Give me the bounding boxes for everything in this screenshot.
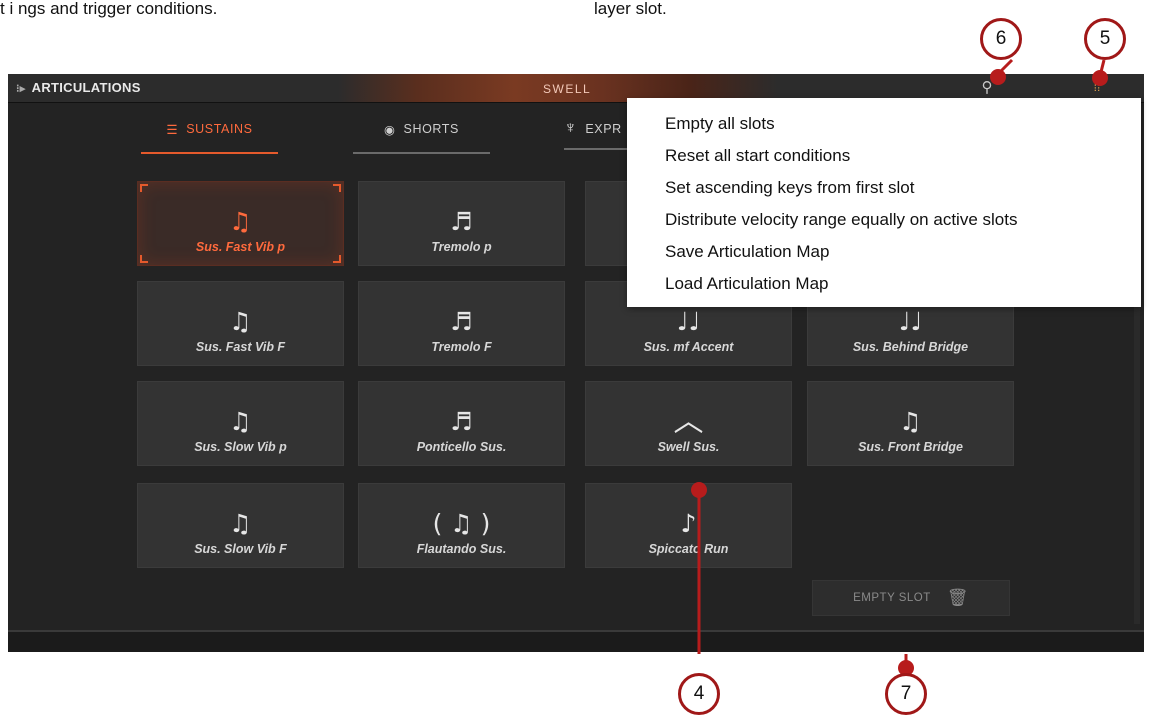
slot-tile[interactable]: ♬ Tremolo p bbox=[358, 181, 565, 266]
slot-label: Ponticello Sus. bbox=[416, 440, 507, 454]
slot-label: Tremolo F bbox=[431, 340, 492, 354]
selection-corner bbox=[140, 184, 148, 192]
flautando-icon: ( ♫ ) bbox=[432, 509, 491, 538]
trash-icon: 🗑 bbox=[946, 588, 969, 608]
tab-sustains-label: SUSTAINS bbox=[186, 122, 253, 136]
callout-4: 4 bbox=[678, 673, 720, 715]
target-icon: ◉ bbox=[384, 123, 396, 137]
panel-title-label: ARTICULATIONS bbox=[31, 80, 141, 95]
sustain-slow-vib-icon: ♫ bbox=[229, 509, 252, 538]
empty-slot-button[interactable]: EMPTY SLOT 🗑 bbox=[812, 580, 1010, 616]
tab-shorts[interactable]: ◉ SHORTS bbox=[353, 122, 490, 154]
slot-tile[interactable]: ♪ Spiccato Run bbox=[585, 483, 792, 568]
sustain-fast-vib-icon: ♫ bbox=[229, 307, 252, 336]
tab-underline bbox=[141, 152, 278, 154]
menu-item-distribute-velocity[interactable]: Distribute velocity range equally on act… bbox=[627, 204, 1141, 236]
spiccato-icon: ♪ bbox=[680, 509, 697, 538]
menu-item-ascending-keys[interactable]: Set ascending keys from first slot bbox=[627, 172, 1141, 204]
sustain-front-bridge-icon: ♫ bbox=[899, 407, 922, 436]
sustain-lines-icon: ☰ bbox=[166, 123, 179, 137]
tab-sustains[interactable]: ☰ SUSTAINS bbox=[141, 122, 278, 154]
doc-text-right: layer slot. bbox=[594, 0, 667, 18]
doc-text-left: t i ngs and trigger conditions. bbox=[0, 0, 218, 18]
slot-label: Sus. Front Bridge bbox=[858, 440, 963, 454]
callout-6-marker bbox=[990, 69, 1006, 85]
callout-5-marker bbox=[1092, 70, 1108, 86]
menu-item-reset-start-conditions[interactable]: Reset all start conditions bbox=[627, 140, 1141, 172]
ponticello-icon: ♬ bbox=[450, 407, 473, 436]
slot-label: Sus. Behind Bridge bbox=[852, 340, 969, 354]
slot-label: Tremolo p bbox=[431, 240, 492, 254]
panel-title[interactable]: ⁝▸ ARTICULATIONS bbox=[16, 74, 141, 102]
page-bottom bbox=[0, 652, 1154, 717]
tab-underline bbox=[353, 152, 490, 154]
swell-arc-icon: ︿ bbox=[673, 404, 704, 439]
callout-5: 5 bbox=[1084, 18, 1126, 60]
selection-corner bbox=[333, 184, 341, 192]
callout-4-marker bbox=[691, 482, 707, 498]
callout-6: 6 bbox=[980, 18, 1022, 60]
tab-expressions-label: EXPR bbox=[585, 122, 622, 136]
context-menu: Empty all slots Reset all start conditio… bbox=[627, 98, 1141, 307]
sustain-slow-vib-icon: ♫ bbox=[229, 407, 252, 436]
slot-tile[interactable]: ♬ Ponticello Sus. bbox=[358, 381, 565, 466]
slot-label: Flautando Sus. bbox=[416, 542, 507, 556]
slot-label: Sus. Slow Vib F bbox=[194, 542, 287, 556]
sustain-accent-icon: ♩♩ bbox=[676, 307, 701, 336]
tab-shorts-label: SHORTS bbox=[403, 122, 459, 136]
tremolo-icon: ♬ bbox=[450, 307, 473, 336]
footer-strip bbox=[8, 630, 1144, 652]
menu-item-load-map[interactable]: Load Articulation Map bbox=[627, 268, 1141, 300]
slot-tile[interactable]: ♫ Sus. Slow Vib p bbox=[137, 381, 344, 466]
slot-tile[interactable]: ( ♫ ) Flautando Sus. bbox=[358, 483, 565, 568]
slot-label: Sus. Fast Vib F bbox=[195, 340, 286, 354]
sustain-fast-vib-icon: ♫ bbox=[229, 207, 252, 236]
slot-tile[interactable]: ♫ Sus. Fast Vib p bbox=[137, 181, 344, 266]
conductor-icon: ♆ bbox=[564, 118, 578, 137]
instrument-label: SWELL bbox=[543, 82, 592, 96]
slot-label: Swell Sus. bbox=[657, 440, 720, 454]
slot-label: Sus. mf Accent bbox=[643, 340, 734, 354]
selection-corner bbox=[140, 255, 148, 263]
slot-label: Sus. Fast Vib p bbox=[195, 240, 286, 254]
menu-item-empty-all-slots[interactable]: Empty all slots bbox=[627, 108, 1141, 140]
expand-icon: ⁝▸ bbox=[16, 83, 26, 95]
slot-tile[interactable]: ♬ Tremolo F bbox=[358, 281, 565, 366]
menu-item-save-map[interactable]: Save Articulation Map bbox=[627, 236, 1141, 268]
slot-label: Sus. Slow Vib p bbox=[194, 440, 287, 454]
slot-tile[interactable]: ︿ Swell Sus. bbox=[585, 381, 792, 466]
sustain-bridge-icon: ♩♩ bbox=[898, 307, 923, 336]
slot-tile[interactable]: ♫ Sus. Slow Vib F bbox=[137, 483, 344, 568]
slot-tile[interactable]: ♫ Sus. Fast Vib F bbox=[137, 281, 344, 366]
slot-label: Spiccato Run bbox=[648, 542, 729, 556]
slot-tile[interactable]: ♫ Sus. Front Bridge bbox=[807, 381, 1014, 466]
selection-corner bbox=[333, 255, 341, 263]
empty-slot-label: EMPTY SLOT bbox=[853, 592, 931, 604]
tremolo-icon: ♬ bbox=[450, 207, 473, 236]
callout-7: 7 bbox=[885, 673, 927, 715]
